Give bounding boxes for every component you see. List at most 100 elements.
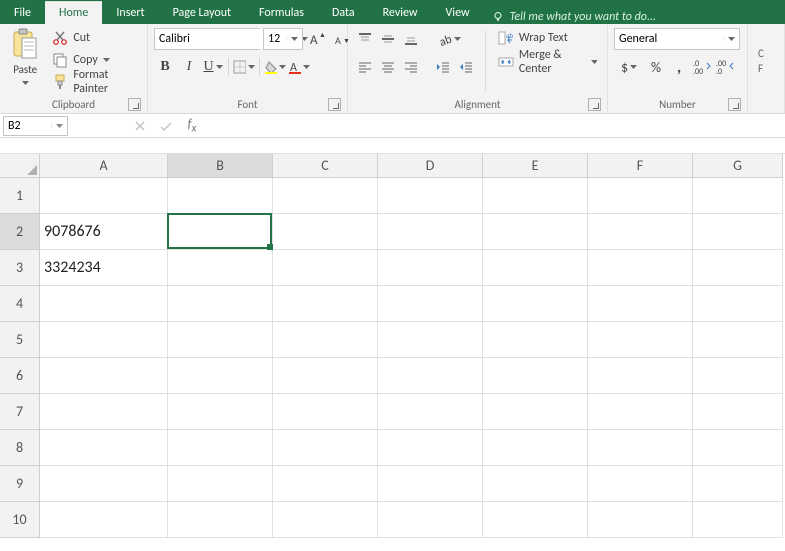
- cell-D9[interactable]: [378, 466, 483, 502]
- cell-C6[interactable]: [273, 358, 378, 394]
- row-header-2[interactable]: 2: [0, 214, 40, 250]
- increase-font-button[interactable]: A▲: [306, 28, 328, 50]
- cell-F9[interactable]: [588, 466, 693, 502]
- fill-color-button[interactable]: [264, 56, 286, 78]
- cell-D5[interactable]: [378, 322, 483, 358]
- align-right-button[interactable]: [400, 56, 422, 78]
- cell-F4[interactable]: [588, 286, 693, 322]
- cell-G5[interactable]: [693, 322, 783, 358]
- cell-G10[interactable]: [693, 502, 783, 538]
- copy-button[interactable]: Copy: [48, 50, 141, 70]
- format-painter-button[interactable]: Format Painter: [48, 72, 141, 92]
- cell-E7[interactable]: [483, 394, 588, 430]
- row-header-6[interactable]: 6: [0, 358, 40, 394]
- cell-F5[interactable]: [588, 322, 693, 358]
- cell-C1[interactable]: [273, 178, 378, 214]
- cell-B5[interactable]: [168, 322, 273, 358]
- paste-button[interactable]: Paste: [6, 28, 44, 88]
- cell-E2[interactable]: [483, 214, 588, 250]
- row-header-10[interactable]: 10: [0, 502, 40, 538]
- cell-A1[interactable]: [40, 178, 168, 214]
- cell-B9[interactable]: [168, 466, 273, 502]
- cell-C2[interactable]: [273, 214, 378, 250]
- tab-formulas[interactable]: Formulas: [245, 2, 318, 24]
- tab-file[interactable]: File: [0, 2, 45, 24]
- cell-D6[interactable]: [378, 358, 483, 394]
- cell-C3[interactable]: [273, 250, 378, 286]
- cell-C10[interactable]: [273, 502, 378, 538]
- cell-C5[interactable]: [273, 322, 378, 358]
- cell-A9[interactable]: [40, 466, 168, 502]
- cell-B1[interactable]: [168, 178, 273, 214]
- tab-review[interactable]: Review: [369, 2, 432, 24]
- row-header-3[interactable]: 3: [0, 250, 40, 286]
- increase-indent-button[interactable]: [455, 56, 477, 78]
- cell-F6[interactable]: [588, 358, 693, 394]
- cell-G4[interactable]: [693, 286, 783, 322]
- number-launcher[interactable]: [728, 98, 741, 111]
- cell-F8[interactable]: [588, 430, 693, 466]
- merge-center-button[interactable]: Merge & Center: [494, 52, 601, 72]
- font-color-button[interactable]: A: [288, 56, 310, 78]
- align-center-button[interactable]: [377, 56, 399, 78]
- italic-button[interactable]: I: [178, 56, 200, 78]
- cell-G6[interactable]: [693, 358, 783, 394]
- cell-E10[interactable]: [483, 502, 588, 538]
- row-header-1[interactable]: 1: [0, 178, 40, 214]
- cell-G2[interactable]: [693, 214, 783, 250]
- tab-home[interactable]: Home: [45, 1, 102, 24]
- underline-button[interactable]: U: [202, 56, 224, 78]
- cell-B4[interactable]: [168, 286, 273, 322]
- row-header-4[interactable]: 4: [0, 286, 40, 322]
- tab-insert[interactable]: Insert: [102, 2, 158, 24]
- col-header-C[interactable]: C: [273, 154, 378, 178]
- formula-input[interactable]: [211, 116, 785, 136]
- cell-B6[interactable]: [168, 358, 273, 394]
- cell-B7[interactable]: [168, 394, 273, 430]
- cell-D4[interactable]: [378, 286, 483, 322]
- tab-page-layout[interactable]: Page Layout: [159, 2, 245, 24]
- cell-E6[interactable]: [483, 358, 588, 394]
- borders-button[interactable]: [233, 56, 255, 78]
- cell-G7[interactable]: [693, 394, 783, 430]
- cell-A4[interactable]: [40, 286, 168, 322]
- insert-function-button[interactable]: fx: [179, 116, 205, 136]
- cell-E4[interactable]: [483, 286, 588, 322]
- row-header-7[interactable]: 7: [0, 394, 40, 430]
- bold-button[interactable]: B: [154, 56, 176, 78]
- cell-A10[interactable]: [40, 502, 168, 538]
- cell-E1[interactable]: [483, 178, 588, 214]
- cell-A7[interactable]: [40, 394, 168, 430]
- decrease-indent-button[interactable]: [432, 56, 454, 78]
- col-header-F[interactable]: F: [588, 154, 693, 178]
- increase-decimal-button[interactable]: .0.00: [691, 56, 713, 78]
- cell-D1[interactable]: [378, 178, 483, 214]
- select-all-button[interactable]: [0, 154, 40, 178]
- cell-C7[interactable]: [273, 394, 378, 430]
- currency-button[interactable]: $: [614, 56, 644, 78]
- cell-C4[interactable]: [273, 286, 378, 322]
- cell-E5[interactable]: [483, 322, 588, 358]
- cell-D7[interactable]: [378, 394, 483, 430]
- cell-A8[interactable]: [40, 430, 168, 466]
- cell-G3[interactable]: [693, 250, 783, 286]
- align-middle-button[interactable]: [377, 28, 399, 50]
- cell-A5[interactable]: [40, 322, 168, 358]
- cell-F1[interactable]: [588, 178, 693, 214]
- cell-C8[interactable]: [273, 430, 378, 466]
- align-left-button[interactable]: [354, 56, 376, 78]
- cell-C9[interactable]: [273, 466, 378, 502]
- cell-A2[interactable]: 9078676: [40, 214, 168, 250]
- cell-A3[interactable]: 3324234: [40, 250, 168, 286]
- cell-B3[interactable]: [168, 250, 273, 286]
- col-header-G[interactable]: G: [693, 154, 783, 178]
- col-header-D[interactable]: D: [378, 154, 483, 178]
- cell-D3[interactable]: [378, 250, 483, 286]
- comma-button[interactable]: ,: [668, 56, 690, 78]
- cell-D8[interactable]: [378, 430, 483, 466]
- row-header-9[interactable]: 9: [0, 466, 40, 502]
- cell-A6[interactable]: [40, 358, 168, 394]
- cell-B10[interactable]: [168, 502, 273, 538]
- tab-view[interactable]: View: [432, 2, 484, 24]
- cell-B8[interactable]: [168, 430, 273, 466]
